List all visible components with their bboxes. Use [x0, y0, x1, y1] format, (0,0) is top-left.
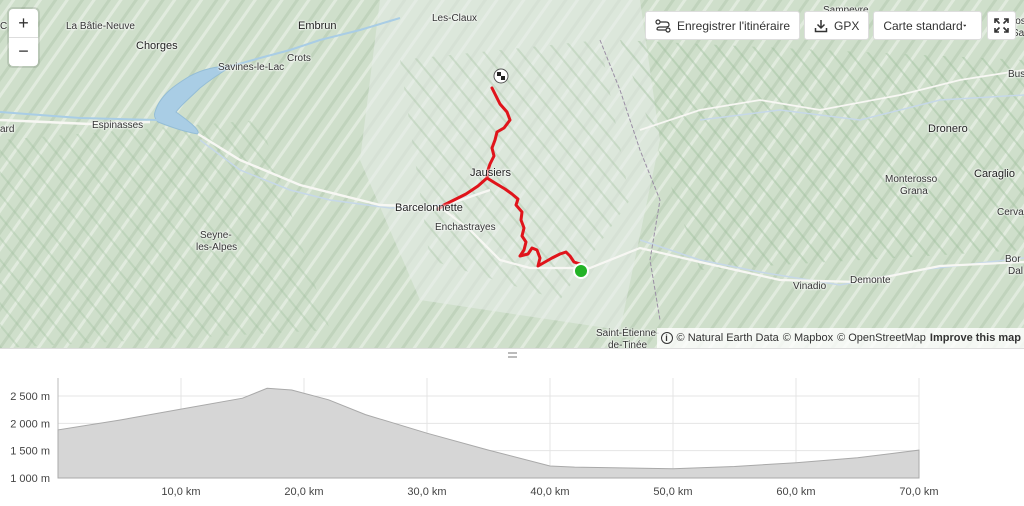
zoom-control: + −: [9, 9, 38, 66]
place-label: Crots: [287, 53, 311, 64]
y-tick-label: 2 500 m: [10, 391, 50, 403]
place-label: Dal: [1008, 266, 1024, 277]
place-label: Grana: [900, 186, 928, 197]
x-tick-label: 70,0 km: [899, 486, 938, 498]
route-page: C La Bâtie-Neuve Embrun Les-Claux Sampey…: [0, 0, 1024, 506]
x-tick-label: 40,0 km: [530, 486, 569, 498]
map-attribution: i © Natural Earth Data © Mapbox © OpenSt…: [656, 328, 1024, 348]
x-tick-label: 50,0 km: [653, 486, 692, 498]
y-tick-label: 1 500 m: [10, 446, 50, 458]
map-style-value: Carte standard: [883, 18, 963, 33]
place-label: Cerva: [997, 207, 1024, 218]
y-tick-label: 2 000 m: [10, 418, 50, 430]
place-label: Saint-Étienne-: [596, 328, 660, 339]
place-label: Enchastrayes: [435, 222, 496, 233]
improve-map-link[interactable]: Improve this map: [930, 332, 1021, 344]
finish-marker[interactable]: [493, 68, 509, 84]
download-icon: [814, 19, 828, 32]
attribution-natural-earth[interactable]: © Natural Earth Data: [677, 332, 779, 344]
place-label: Dronero: [928, 123, 968, 135]
place-label: Monterosso: [885, 174, 938, 185]
attribution-mapbox[interactable]: © Mapbox: [783, 332, 833, 344]
gpx-label: GPX: [834, 18, 860, 33]
map-view[interactable]: C La Bâtie-Neuve Embrun Les-Claux Sampey…: [0, 0, 1024, 348]
place-label: Barcelonnette: [395, 202, 463, 214]
y-tick-label: 1 000 m: [10, 473, 50, 485]
map-style-select[interactable]: Carte standard: [873, 11, 983, 40]
place-label: Jausiers: [470, 167, 511, 179]
place-label: La Bâtie-Neuve: [66, 21, 135, 32]
place-label: C: [0, 21, 8, 32]
place-label: Seyne-: [200, 230, 232, 241]
fullscreen-button[interactable]: [987, 11, 1016, 40]
place-label: Savines-le-Lac: [218, 62, 285, 73]
info-icon[interactable]: i: [660, 332, 673, 344]
place-label: ard: [0, 124, 15, 135]
place-label: Vinadio: [793, 281, 827, 292]
terrain-layer: [0, 0, 1024, 348]
zoom-out-button[interactable]: −: [9, 37, 38, 65]
place-label: Bor: [1005, 254, 1021, 265]
map-toolbar: Enregistrer l'itinéraire GPX Carte stand…: [645, 11, 983, 40]
x-tick-label: 10,0 km: [161, 486, 200, 498]
place-label: Bus: [1008, 69, 1024, 80]
place-label: de-Tinée: [608, 340, 648, 348]
gpx-download-button[interactable]: GPX: [804, 11, 870, 40]
place-label: Caraglio: [974, 168, 1015, 180]
zoom-in-button[interactable]: +: [9, 9, 38, 37]
x-tick-label: 60,0 km: [776, 486, 815, 498]
caret-down-icon: [962, 24, 967, 27]
y-axis-labels: 1 000 m 1 500 m 2 000 m 2 500 m: [10, 391, 50, 485]
place-label: Demonte: [850, 275, 891, 286]
save-route-label: Enregistrer l'itinéraire: [677, 18, 790, 33]
place-label: les-Alpes: [196, 242, 238, 253]
place-label: Les-Claux: [432, 13, 478, 24]
place-label: Espinasses: [92, 120, 144, 131]
elevation-profile-area: [57, 387, 920, 479]
route-icon: [655, 18, 671, 33]
expand-icon: [994, 18, 1009, 33]
x-tick-label: 20,0 km: [284, 486, 323, 498]
resize-divider[interactable]: [0, 348, 1024, 360]
elevation-chart[interactable]: 1 000 m 1 500 m 2 000 m 2 500 m 10,0 km 20,0…: [0, 360, 1024, 506]
x-tick-label: 30,0 km: [407, 486, 446, 498]
place-label: Chorges: [136, 40, 178, 52]
attribution-osm[interactable]: © OpenStreetMap: [837, 332, 926, 344]
start-marker[interactable]: [573, 263, 589, 279]
save-route-button[interactable]: Enregistrer l'itinéraire: [645, 11, 800, 40]
drag-handle-icon[interactable]: [508, 352, 517, 358]
x-axis-labels: 10,0 km 20,0 km 30,0 km 40,0 km 50,0 km 60,0 …: [161, 486, 938, 498]
place-label: Embrun: [298, 20, 337, 32]
